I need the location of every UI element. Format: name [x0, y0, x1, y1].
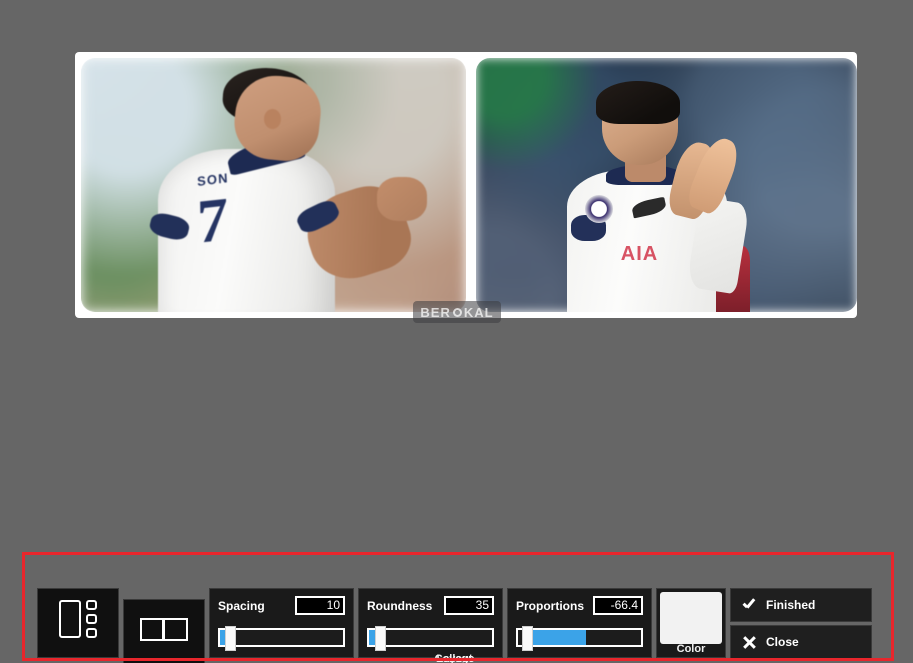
bottom-toolbar: Collage Layout Spacing 10 Roundness 35 P… [25, 555, 891, 663]
close-button-label: Close [766, 635, 799, 649]
toolbar-controls-row: Collage Layout Spacing 10 Roundness 35 P… [37, 588, 872, 663]
x-icon [742, 635, 757, 650]
two-column-layout-icon [140, 618, 188, 641]
photo-right-sponsor-text: AIA [620, 243, 659, 266]
spacing-slider-handle[interactable] [224, 626, 236, 651]
slider-panel-proportions: Proportions -66.4 [507, 588, 652, 658]
spacing-label: Spacing [218, 598, 265, 613]
tool-button-collage[interactable]: Collage [37, 588, 474, 663]
roundness-label: Roundness [367, 598, 433, 613]
roundness-value-input[interactable]: 35 [444, 596, 494, 615]
roundness-slider-track[interactable] [367, 626, 494, 651]
color-picker-button[interactable]: Color [656, 588, 726, 658]
app-root: SON 7 AIA BER KAL Collage Layout Spacing… [0, 0, 913, 663]
slider-panel-roundness: Roundness 35 [358, 588, 503, 658]
color-label: Color [676, 643, 706, 655]
proportions-slider-handle[interactable] [521, 626, 533, 651]
collage-photo-left[interactable]: SON 7 [81, 58, 466, 312]
roundness-header: Roundness 35 [367, 596, 494, 615]
color-swatch-preview[interactable] [660, 592, 722, 644]
roundness-slider-handle[interactable] [375, 626, 387, 651]
spacing-header: Spacing 10 [218, 596, 345, 615]
collage-canvas[interactable]: SON 7 AIA [75, 52, 857, 318]
finished-button-label: Finished [766, 598, 816, 612]
tool-label-layout: Layout [436, 653, 473, 663]
proportions-header: Proportions -66.4 [516, 596, 643, 615]
collage-layout-icon [59, 600, 97, 638]
action-button-group: Finished Close [730, 588, 872, 659]
slider-panel-spacing: Spacing 10 [209, 588, 354, 658]
check-icon [742, 598, 757, 613]
tool-button-layout[interactable]: Layout [123, 599, 473, 663]
spacing-slider-track[interactable] [218, 626, 345, 651]
photo-right-hair [596, 80, 680, 125]
proportions-label: Proportions [516, 598, 584, 613]
photo-left-soften-overlay [81, 58, 466, 312]
proportions-slider-track[interactable] [516, 626, 643, 651]
finished-button[interactable]: Finished [730, 588, 872, 622]
proportions-slider-fill [527, 630, 586, 645]
photo-right-league-badge [584, 195, 614, 224]
proportions-value-input[interactable]: -66.4 [593, 596, 643, 615]
collage-photo-right[interactable]: AIA [476, 58, 857, 312]
spacing-value-input[interactable]: 10 [295, 596, 345, 615]
